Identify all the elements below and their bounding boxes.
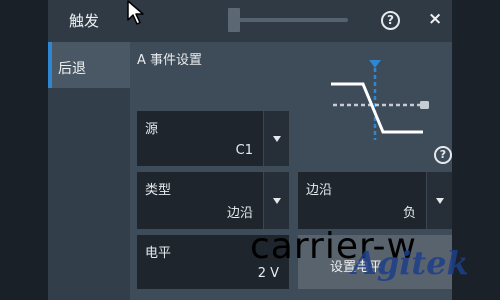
source-dropdown-button[interactable] xyxy=(263,111,289,166)
falling-edge-trigger-diagram xyxy=(331,60,429,140)
source-label: 源 xyxy=(145,122,159,137)
event-settings-panel: A 事件设置 ? 源 C1 类型 边沿 边沿 负 电平 2 V 设置电平 xyxy=(130,42,452,300)
selected-indicator xyxy=(48,42,52,88)
background-strip xyxy=(0,0,48,300)
trigger-dialog: 触发 ? × 后退 A 事件设置 ? 源 C1 类型 边沿 边沿 负 电平 2 … xyxy=(48,0,452,300)
slope-dropdown-button[interactable] xyxy=(426,172,452,229)
slope-value: 负 xyxy=(402,206,416,221)
level-marker-icon xyxy=(420,101,429,109)
section-label: A 事件设置 xyxy=(137,53,203,68)
falling-edge-waveform xyxy=(331,82,423,134)
transparency-slider-track[interactable] xyxy=(228,18,348,22)
level-label: 电平 xyxy=(145,246,172,261)
type-dropdown-button[interactable] xyxy=(263,172,289,229)
title-bar: 触发 ? × xyxy=(48,0,452,42)
sidebar-item-back[interactable]: 后退 xyxy=(48,42,130,88)
sidebar-item-label: 后退 xyxy=(58,61,86,77)
level-input[interactable]: 电平 2 V xyxy=(137,235,289,289)
set-level-button[interactable]: 设置电平 xyxy=(298,235,452,289)
type-select[interactable]: 类型 边沿 xyxy=(137,172,289,229)
type-value: 边沿 xyxy=(226,206,253,221)
transparency-slider-thumb[interactable] xyxy=(228,8,240,32)
type-label: 类型 xyxy=(145,183,172,198)
chevron-down-icon xyxy=(273,197,281,204)
chevron-down-icon xyxy=(436,197,444,204)
question-circle-icon[interactable]: ? xyxy=(381,11,400,30)
chevron-down-icon xyxy=(273,135,281,142)
slope-label: 边沿 xyxy=(306,183,333,198)
source-value: C1 xyxy=(235,143,253,158)
close-icon[interactable]: × xyxy=(428,9,442,29)
sidebar-nav: 后退 xyxy=(48,42,130,300)
slope-select[interactable]: 边沿 负 xyxy=(298,172,452,229)
trigger-marker-icon xyxy=(369,60,381,68)
level-value: 2 V xyxy=(257,266,279,281)
source-select[interactable]: 源 C1 xyxy=(137,111,289,166)
question-circle-icon[interactable]: ? xyxy=(434,146,452,164)
dialog-title: 触发 xyxy=(69,12,100,30)
set-level-label: 设置电平 xyxy=(330,260,383,275)
mouse-pointer-icon xyxy=(127,0,144,25)
